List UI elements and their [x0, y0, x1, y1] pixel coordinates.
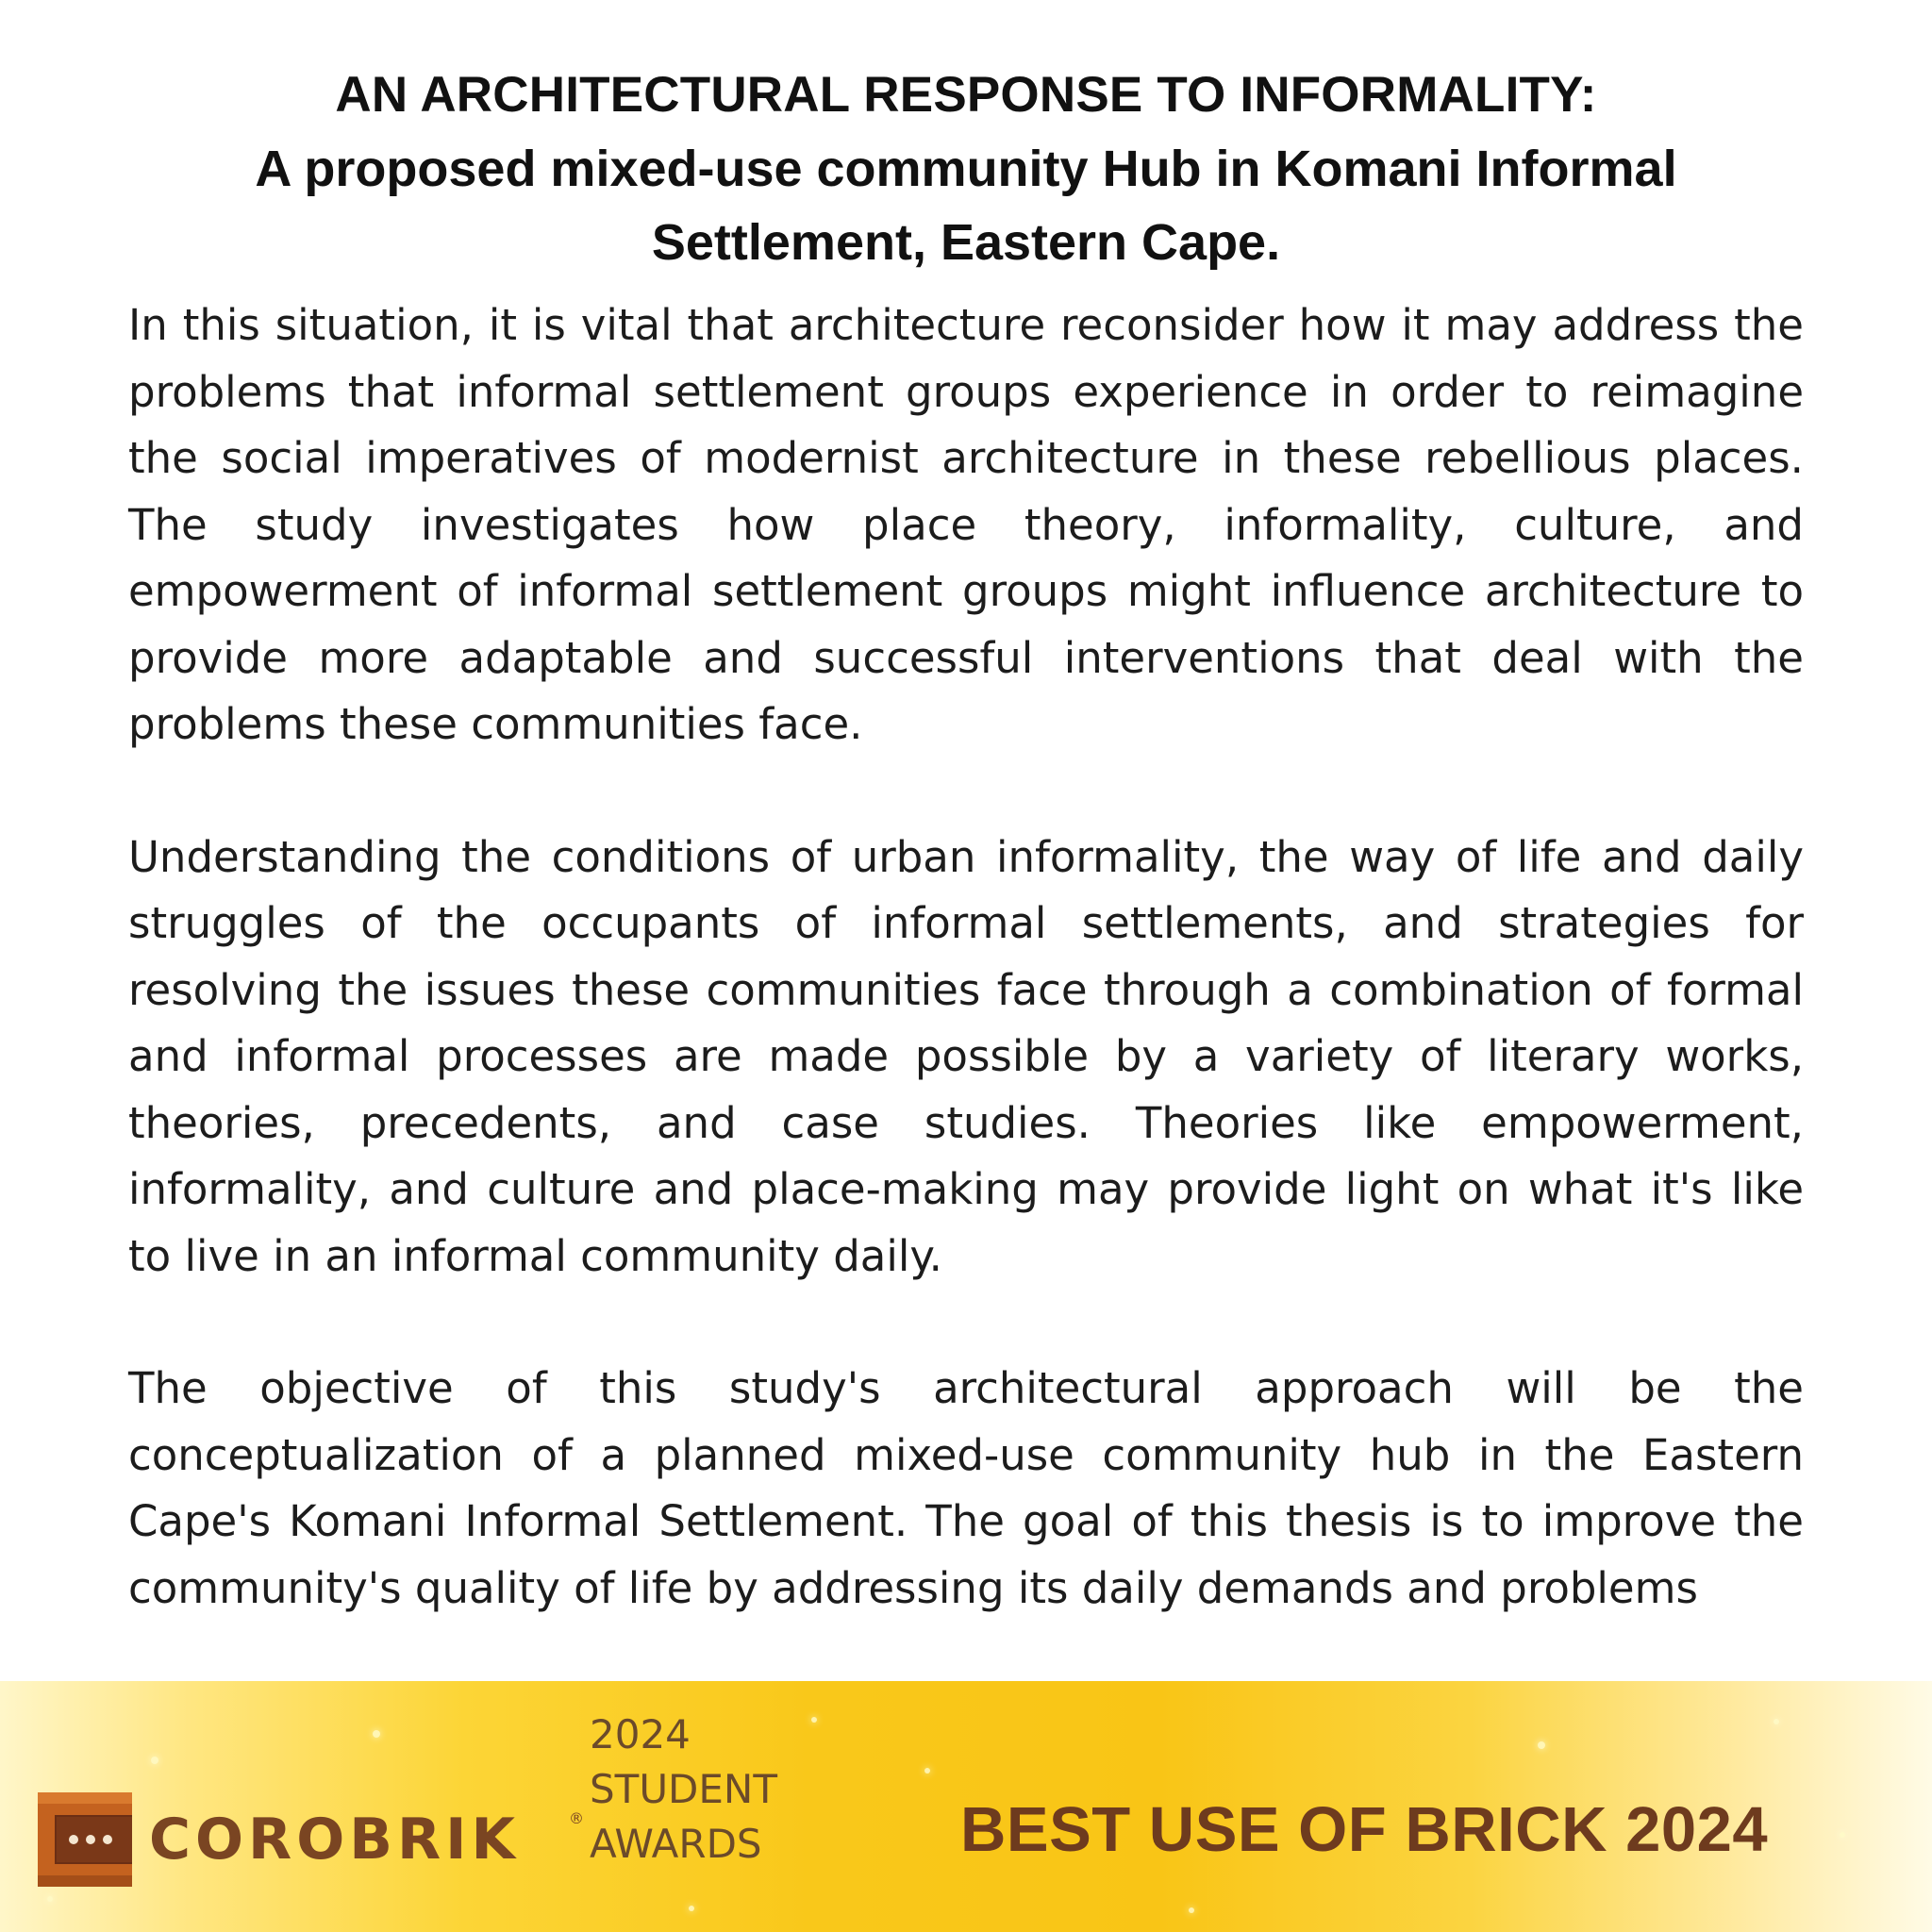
paragraph-3: The objective of this study's architectu…: [128, 1363, 1804, 1613]
title-line-2: A proposed mixed-use community Hub in Ko…: [255, 141, 1677, 271]
paragraph-1: In this situation, it is vital that arch…: [128, 300, 1804, 749]
awards-awards: AWARDS: [590, 1821, 762, 1867]
award-title: BEST USE OF BRICK 2024: [960, 1794, 1769, 1865]
sparkle-decoration: [811, 1717, 817, 1723]
sparkle-decoration: [924, 1768, 930, 1774]
sparkle-decoration: [47, 1896, 53, 1902]
corobrik-brand-name: COROBRIK: [149, 1807, 520, 1873]
sparkle-decoration: [689, 1906, 694, 1911]
sparkle-decoration: [373, 1730, 380, 1738]
awards-student: STUDENT: [590, 1766, 778, 1812]
paragraph-2: Understanding the conditions of urban in…: [128, 831, 1804, 1281]
sparkle-decoration: [1538, 1741, 1545, 1749]
sparkle-decoration: [1840, 1832, 1845, 1838]
document-title: AN ARCHITECTURAL RESPONSE TO INFORMALITY…: [128, 58, 1804, 279]
sparkle-decoration: [151, 1757, 158, 1764]
sparkle-decoration: [1774, 1719, 1779, 1724]
page: AN ARCHITECTURAL RESPONSE TO INFORMALITY…: [0, 0, 1932, 1932]
sparkle-decoration: [1189, 1907, 1194, 1913]
student-awards-label: 2024 STUDENT AWARDS: [590, 1707, 777, 1872]
corobrik-brick-logo-icon: [38, 1792, 132, 1887]
document-body: In this situation, it is vital that arch…: [128, 292, 1804, 1622]
awards-banner: COROBRIK ® 2024 STUDENT AWARDS BEST USE …: [0, 1681, 1932, 1932]
awards-year: 2024: [590, 1711, 691, 1757]
registered-mark: ®: [569, 1809, 584, 1827]
title-line-1: AN ARCHITECTURAL RESPONSE TO INFORMALITY…: [335, 67, 1597, 123]
